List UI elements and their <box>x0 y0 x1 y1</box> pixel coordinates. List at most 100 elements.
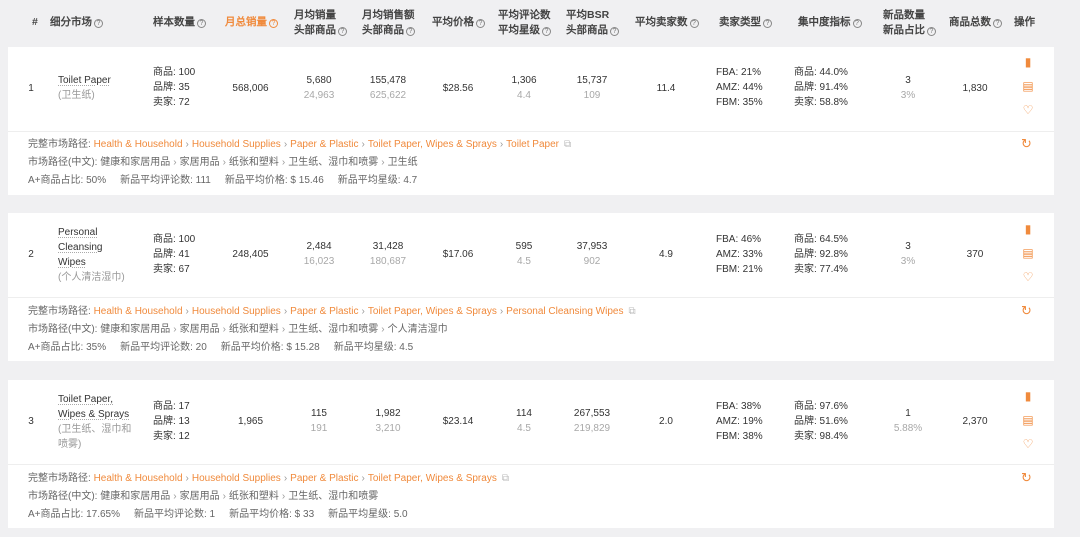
help-icon[interactable]: ? <box>197 19 206 28</box>
heart-icon[interactable]: ♡ <box>1020 269 1036 285</box>
header-sample-label: 样本数量 <box>153 16 195 28</box>
help-icon[interactable]: ? <box>406 27 415 36</box>
sample-products: 商品: 100 <box>153 67 196 78</box>
heart-icon[interactable]: ♡ <box>1020 102 1036 118</box>
monthly-units: 5,680 <box>306 75 332 86</box>
bar-chart-icon[interactable]: ▮ <box>1020 221 1036 237</box>
help-icon[interactable]: ? <box>927 27 936 36</box>
path-link[interactable]: Toilet Paper <box>506 139 559 150</box>
avg-bsr-cell: 15,737 109 <box>564 73 620 103</box>
monthly-sales-value: 568,006 <box>232 83 269 94</box>
seller-type-amz: AMZ: 19% <box>716 416 763 427</box>
path-link[interactable]: Toilet Paper, Wipes & Sprays <box>368 306 497 317</box>
refresh-icon[interactable]: ↻ <box>1021 303 1032 319</box>
path-zh-item: 健康和家居用品 <box>100 491 171 502</box>
path-zh-item: 纸张和塑料 <box>228 491 279 502</box>
avg-price: $23.14 <box>442 416 474 427</box>
help-icon[interactable]: ? <box>542 27 551 36</box>
path-link[interactable]: Paper & Plastic <box>290 306 358 317</box>
header-monthly-units[interactable]: 月均销量 头部商品? <box>294 8 347 38</box>
avg-bsr: 15,737 <box>576 75 608 86</box>
bar-chart-icon[interactable]: ▮ <box>1020 54 1036 70</box>
market-path-label: 完整市场路径: <box>28 139 91 150</box>
header-avg-price[interactable]: 平均价格? <box>432 15 485 30</box>
external-link-icon[interactable]: ⧉ <box>502 473 509 484</box>
new-product-count: 1 <box>905 408 911 419</box>
path-link[interactable]: Paper & Plastic <box>290 473 358 484</box>
header-segment[interactable]: 细分市场? <box>50 15 103 30</box>
header-avg-sellers[interactable]: 平均卖家数? <box>635 15 699 30</box>
header-concentration[interactable]: 集中度指标? <box>798 15 862 30</box>
document-icon[interactable]: ▤ <box>1020 245 1036 261</box>
new-product-ratio: 3% <box>900 256 916 267</box>
segment-name-en[interactable]: Personal <box>58 225 148 240</box>
help-icon[interactable]: ? <box>993 19 1002 28</box>
avg-bsr-top: 219,829 <box>573 423 611 434</box>
row-index: 1 <box>28 83 34 94</box>
header-avg-reviews[interactable]: 平均评论数 平均星级? <box>498 8 551 38</box>
segment-name-en[interactable]: Toilet Paper <box>58 73 148 88</box>
document-icon[interactable]: ▤ <box>1020 412 1036 428</box>
help-icon[interactable]: ? <box>763 19 772 28</box>
path-link[interactable]: Toilet Paper, Wipes & Sprays <box>368 473 497 484</box>
segment-name-en[interactable]: Wipes & Sprays <box>58 407 148 422</box>
path-link[interactable]: Health & Household <box>94 139 183 150</box>
path-link[interactable]: Personal Cleansing Wipes <box>506 306 623 317</box>
path-zh-item: 卫生纸、湿巾和喷雾 <box>288 157 379 168</box>
refresh-icon[interactable]: ↻ <box>1021 470 1032 486</box>
avg-bsr: 267,553 <box>573 408 611 419</box>
header-monthly-revenue[interactable]: 月均销售额 头部商品? <box>362 8 415 38</box>
avg-sellers: 11.4 <box>656 83 676 94</box>
segment-name[interactable]: Toilet Paper (卫生纸) <box>58 73 148 103</box>
market-path-label: 完整市场路径: <box>28 473 91 484</box>
external-link-icon[interactable]: ⧉ <box>628 306 635 317</box>
market-path: 完整市场路径: Health & Household › Household Sup… <box>28 139 572 150</box>
help-icon[interactable]: ? <box>689 19 699 28</box>
header-seller-type[interactable]: 卖家类型? <box>719 15 772 30</box>
header-new-products[interactable]: 新品数量 新品占比? <box>883 8 936 38</box>
bar-chart-icon[interactable]: ▮ <box>1020 388 1036 404</box>
help-icon[interactable]: ? <box>476 19 485 28</box>
path-link[interactable]: Household Supplies <box>192 306 281 317</box>
path-link[interactable]: Paper & Plastic <box>290 139 358 150</box>
header-avg-bsr[interactable]: 平均BSR 头部商品? <box>566 8 619 38</box>
path-zh-item: 健康和家居用品 <box>100 324 171 335</box>
segment-name-en[interactable]: Wipes <box>58 255 148 270</box>
help-icon[interactable]: ? <box>269 19 278 28</box>
path-link[interactable]: Household Supplies <box>192 139 281 150</box>
path-link[interactable]: Toilet Paper, Wipes & Sprays <box>368 139 497 150</box>
header-monthly-revenue-sub: 头部商品 <box>362 24 404 36</box>
segment-name[interactable]: Personal Cleansing Wipes (个人清洁湿巾) <box>58 225 148 285</box>
monthly-revenue-cell: 31,428 180,687 <box>358 239 418 269</box>
path-link[interactable]: Health & Household <box>94 473 183 484</box>
sample-brands: 品牌: 41 <box>153 249 190 260</box>
header-monthly-units-sub: 头部商品 <box>294 24 336 36</box>
row-index: 3 <box>28 416 34 427</box>
market-row: 2 Personal Cleansing Wipes (个人清洁湿巾) 商品: … <box>8 213 1054 361</box>
header-total-products[interactable]: 商品总数? <box>949 15 1002 30</box>
header-sample[interactable]: 样本数量? <box>153 15 206 30</box>
header-seller-type-label: 卖家类型 <box>719 16 761 28</box>
seller-type-fbm: FBM: 38% <box>716 431 763 442</box>
help-icon[interactable]: ? <box>338 27 347 36</box>
refresh-icon[interactable]: ↻ <box>1021 136 1032 152</box>
path-link[interactable]: Household Supplies <box>192 473 281 484</box>
header-monthly-sales[interactable]: 月总销量? <box>225 15 278 30</box>
help-icon[interactable]: ? <box>852 19 862 28</box>
heart-icon[interactable]: ♡ <box>1020 436 1036 452</box>
new-avg-rating: 新品平均星级: 5.0 <box>328 509 408 520</box>
document-icon[interactable]: ▤ <box>1020 78 1036 94</box>
new-product-count: 3 <box>905 241 911 252</box>
help-icon[interactable]: ? <box>94 19 103 28</box>
new-product-stats: A+商品占比: 50% 新品平均评论数: 111 新品平均价格: $ 15.46 新品… <box>28 172 431 190</box>
path-zh-item: 个人清洁湿巾 <box>387 324 448 335</box>
segment-name-en[interactable]: Toilet Paper, <box>58 392 148 407</box>
segment-name-en[interactable]: Cleansing <box>58 240 148 255</box>
help-icon[interactable]: ? <box>610 27 619 36</box>
market-path-zh: 市场路径(中文): 健康和家居用品 › 家居用品 › 纸张和塑料 › 卫生纸、湿巾和喷雾 › 个… <box>28 324 448 335</box>
segment-name[interactable]: Toilet Paper, Wipes & Sprays (卫生纸、湿巾和 喷雾… <box>58 392 148 452</box>
concentration-sellers: 卖家: 58.8% <box>794 97 848 108</box>
total-products: 1,830 <box>962 83 988 94</box>
path-link[interactable]: Health & Household <box>94 306 183 317</box>
external-link-icon[interactable]: ⧉ <box>564 139 571 150</box>
